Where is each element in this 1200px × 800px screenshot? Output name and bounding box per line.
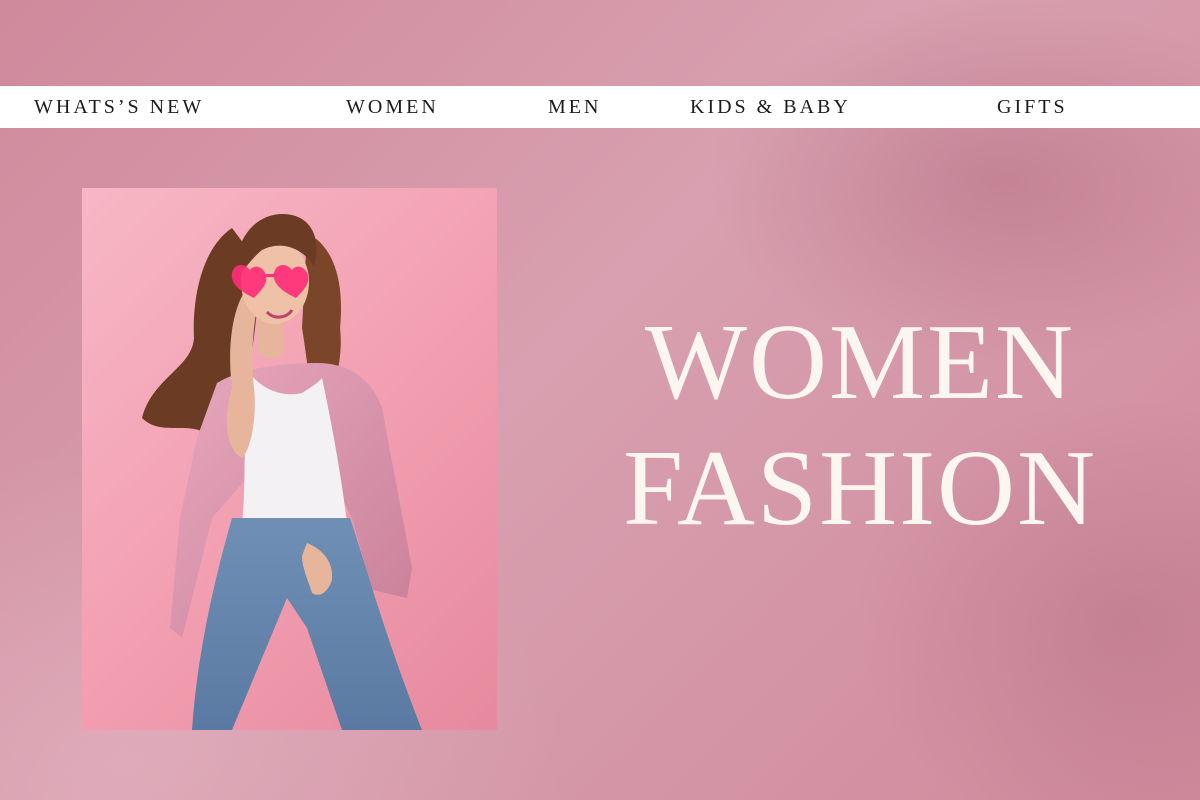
nav-item-gifts[interactable]: GIFTS bbox=[997, 86, 1068, 128]
hero-headline: WOMEN FASHION bbox=[560, 300, 1160, 552]
nav-item-whats-new[interactable]: WHATS’S NEW bbox=[34, 86, 204, 128]
headline-line-2: FASHION bbox=[622, 429, 1098, 548]
woman-illustration bbox=[142, 214, 422, 730]
top-navigation: WHATS’S NEW WOMEN MEN KIDS & BABY GIFTS bbox=[0, 86, 1200, 128]
nav-item-women[interactable]: WOMEN bbox=[346, 86, 439, 128]
headline-line-1: WOMEN bbox=[645, 303, 1075, 422]
nav-item-men[interactable]: MEN bbox=[548, 86, 601, 128]
nav-item-kids-baby[interactable]: KIDS & BABY bbox=[690, 86, 851, 128]
hero-photo bbox=[82, 188, 497, 730]
